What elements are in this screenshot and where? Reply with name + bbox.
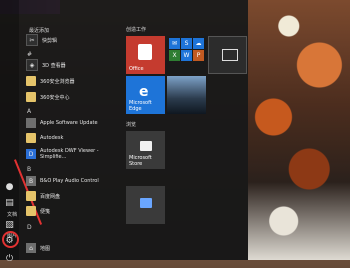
- excel-icon: X: [169, 50, 180, 61]
- download-icon: [140, 198, 152, 208]
- section-letter-d[interactable]: D: [27, 224, 32, 231]
- list-item[interactable]: 360安全浏览器: [26, 75, 118, 87]
- power-button[interactable]: ⏻: [0, 250, 19, 268]
- onedrive-icon: ☁: [193, 38, 204, 49]
- list-item[interactable]: 便笺: [26, 205, 118, 217]
- store-icon: [140, 141, 152, 151]
- edge-tile[interactable]: e Microsoft Edge: [126, 76, 165, 114]
- folder-icon: [26, 76, 36, 86]
- recently-added-title: 最近添加: [29, 28, 50, 34]
- pictures-icon: ▧: [5, 220, 14, 230]
- section-letter-hash[interactable]: #: [27, 51, 32, 58]
- apple-update-icon: [26, 118, 36, 128]
- download-tile[interactable]: [126, 186, 165, 224]
- office-tile-label: Office: [129, 66, 144, 72]
- section-letter-a[interactable]: A: [27, 108, 31, 115]
- skype-icon: S: [181, 38, 192, 49]
- folder-icon: [26, 133, 36, 143]
- maps-icon: ⌂: [26, 243, 36, 253]
- mail-icon: ✉: [169, 38, 180, 49]
- start-menu: ● ▤ 文档 ▧ 图片 ⚙ ⏻ 最近添加 ✂ 快剪辑 # ◈ 3D 查看器 36…: [0, 0, 248, 264]
- store-tile[interactable]: Microsoft Store: [126, 131, 165, 169]
- tiles-pane: 创造工作 Office ✉ S ☁ X W P e Microsoft Edge…: [121, 0, 248, 260]
- folder-icon: [26, 191, 36, 201]
- edge-tile-label: Microsoft Edge: [129, 100, 152, 112]
- desktop-wallpaper: [248, 0, 350, 260]
- list-item[interactable]: Autodesk: [26, 132, 118, 144]
- sticky-notes-icon: [26, 206, 36, 216]
- start-rail: ● ▤ 文档 ▧ 图片 ⚙ ⏻: [0, 0, 19, 264]
- office-tile[interactable]: Office: [126, 36, 165, 74]
- dwf-icon: D: [26, 149, 36, 159]
- user-icon: ●: [5, 182, 14, 192]
- tiles-group-title: 创造工作: [126, 27, 147, 33]
- list-item[interactable]: Apple Software Update: [26, 117, 118, 129]
- document-icon: ▤: [5, 198, 14, 208]
- edge-icon: e: [139, 84, 149, 100]
- powerpoint-icon: P: [193, 50, 204, 61]
- 3d-viewer-icon: ◈: [26, 59, 38, 71]
- list-item[interactable]: B B&O Play Audio Control: [26, 175, 118, 187]
- list-item[interactable]: ⌂ 地图: [26, 242, 118, 254]
- office-icon: [138, 44, 152, 60]
- list-item[interactable]: 百度网盘: [26, 190, 118, 202]
- kuaijianji-icon: ✂: [26, 34, 38, 46]
- store-tile-label: Microsoft Store: [129, 155, 152, 167]
- word-icon: W: [181, 50, 192, 61]
- mail-tile[interactable]: [208, 36, 247, 74]
- photos-tile[interactable]: [167, 76, 206, 114]
- list-item[interactable]: 360安全中心: [26, 91, 118, 103]
- folder-icon: [26, 92, 36, 102]
- mail-tile-icon: [222, 49, 238, 61]
- audio-icon: B: [26, 176, 36, 186]
- list-item[interactable]: ◈ 3D 查看器: [26, 59, 118, 71]
- app-list: 最近添加 ✂ 快剪辑 # ◈ 3D 查看器 360安全浏览器 360安全中心 A…: [20, 0, 120, 260]
- documents-button[interactable]: ▤: [0, 194, 19, 212]
- list-item[interactable]: D Autodesk DWF Viewer - Simplifie...: [26, 148, 118, 160]
- section-letter-b[interactable]: B: [27, 166, 31, 173]
- productivity-tile[interactable]: ✉ S ☁ X W P: [167, 36, 206, 74]
- highlight-ring: [2, 231, 19, 248]
- list-item[interactable]: ✂ 快剪辑: [26, 34, 118, 46]
- power-icon: ⏻: [5, 254, 14, 264]
- tiles-group-title-browse: 浏览: [126, 122, 137, 128]
